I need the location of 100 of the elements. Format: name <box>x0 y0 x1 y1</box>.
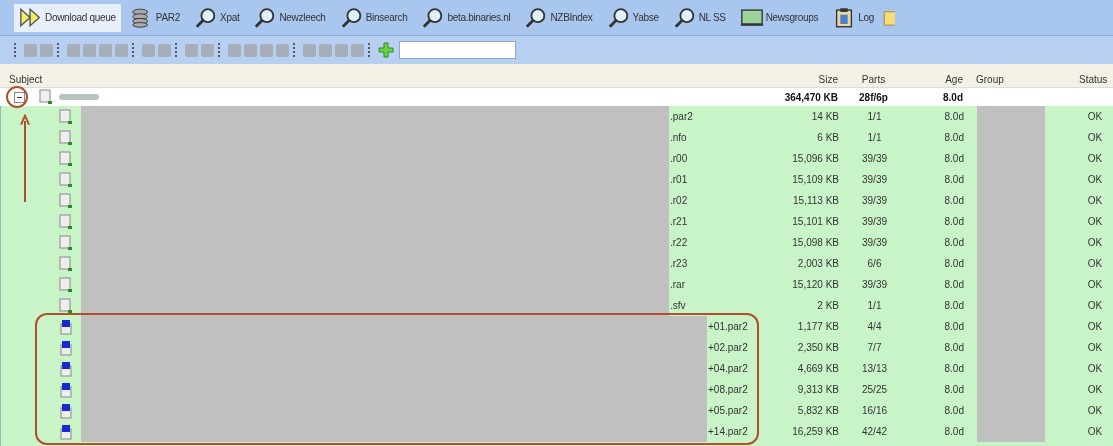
file-name: .r21 <box>669 216 689 227</box>
age-text: 8.0d <box>943 321 965 332</box>
parts-text: 6/6 <box>866 258 883 269</box>
age-text: 8.0d <box>943 300 965 311</box>
file-name: +04.par2 <box>707 363 749 374</box>
toolbar-icon[interactable] <box>244 43 257 57</box>
age-text: 8.0d <box>942 91 964 103</box>
tab[interactable]: Binsearch <box>334 3 413 32</box>
status-text: OK <box>1086 132 1104 143</box>
size-text: 15,120 KB <box>791 279 840 290</box>
toolbar-icon[interactable] <box>115 43 128 57</box>
toolbar-icon[interactable] <box>319 43 332 57</box>
column-header[interactable]: Age <box>906 74 966 85</box>
parts-text: 39/39 <box>861 237 888 248</box>
toolbar-icon[interactable] <box>228 43 241 57</box>
parity-file-icon <box>59 402 73 419</box>
parts-text: 39/39 <box>861 153 888 164</box>
status-text: OK <box>1086 363 1104 374</box>
search-icon <box>606 7 631 28</box>
tab[interactable]: beta.binaries.nl <box>416 3 516 32</box>
toolbar-icon[interactable] <box>83 43 96 57</box>
column-header[interactable]: Group <box>966 74 1076 85</box>
status-text: OK <box>1086 426 1104 437</box>
file-icon <box>59 255 73 272</box>
tab[interactable]: Newsgroups <box>734 3 824 32</box>
toolbar-icon[interactable] <box>142 43 155 57</box>
toolbar-icon[interactable] <box>67 43 80 57</box>
column-header[interactable]: Size <box>751 74 841 85</box>
tab[interactable]: Download queue <box>14 3 121 32</box>
file-icon <box>59 276 73 293</box>
age-text: 8.0d <box>943 132 965 143</box>
tab[interactable]: Newzleech <box>248 3 331 32</box>
column-header[interactable]: Parts <box>841 74 906 85</box>
age-text: 8.0d <box>943 174 965 185</box>
age-text: 8.0d <box>943 279 965 290</box>
column-header[interactable]: Subject <box>6 74 751 85</box>
add-icon[interactable] <box>378 42 394 58</box>
age-text: 8.0d <box>943 426 965 437</box>
column-header[interactable]: Status <box>1076 74 1113 85</box>
toolbar-icon[interactable] <box>351 43 364 57</box>
file-name: .r02 <box>669 195 689 206</box>
toolbar-icon[interactable] <box>335 43 348 57</box>
file-name: .sfv <box>669 300 687 311</box>
toolbar-icon[interactable] <box>201 43 214 57</box>
age-text: 8.0d <box>943 363 965 374</box>
tab[interactable]: NZBIndex <box>519 3 598 32</box>
toolbar-icon[interactable] <box>303 43 316 57</box>
redaction-block <box>977 106 1045 127</box>
parity-file-icon <box>59 360 73 377</box>
size-text: 15,096 KB <box>791 153 840 164</box>
age-text: 8.0d <box>943 342 965 353</box>
parts-text: 1/1 <box>866 132 883 143</box>
size-text: 5,832 KB <box>796 405 840 416</box>
tab[interactable]: PAR2 <box>124 3 186 32</box>
file-name: .r00 <box>669 153 689 164</box>
file-name: +14.par2 <box>707 426 749 437</box>
tab[interactable]: NL SS <box>667 3 731 32</box>
file-name: +02.par2 <box>707 342 749 353</box>
toolbar-icon[interactable] <box>276 43 289 57</box>
file-icon <box>59 171 73 188</box>
age-text: 8.0d <box>943 111 965 122</box>
file-icon <box>59 297 73 314</box>
file-icon <box>59 192 73 209</box>
status-text: OK <box>1086 342 1104 353</box>
toolbar-icon[interactable] <box>99 43 112 57</box>
toolbar-icon[interactable] <box>40 43 53 57</box>
parity-file-icon <box>59 381 73 398</box>
file-icon <box>59 234 73 251</box>
toolbar-icon[interactable] <box>260 43 273 57</box>
size-text: 4,669 KB <box>796 363 840 374</box>
toolbar-icon[interactable] <box>24 43 37 57</box>
parity-file-icon <box>59 423 73 440</box>
parts-text: 39/39 <box>861 216 888 227</box>
age-text: 8.0d <box>943 216 965 227</box>
parts-text: 1/1 <box>866 111 883 122</box>
file-name: .r23 <box>669 258 689 269</box>
blurred-text <box>59 94 99 100</box>
tab[interactable]: Yabse <box>601 3 664 32</box>
file-name: .r22 <box>669 237 689 248</box>
file-icon <box>59 108 73 125</box>
toolbar-icon[interactable] <box>185 43 198 57</box>
size-text: 15,098 KB <box>791 237 840 248</box>
parity-file-icon <box>59 318 73 335</box>
toolbar-icon[interactable] <box>158 43 171 57</box>
age-text: 8.0d <box>943 153 965 164</box>
status-text: OK <box>1086 405 1104 416</box>
size-text: 14 KB <box>810 111 840 122</box>
parity-file-icon <box>59 339 73 356</box>
parts-text: 28f/6p <box>858 91 889 103</box>
screen-icon <box>739 7 764 28</box>
tab[interactable]: Xpat <box>189 3 245 32</box>
search-field[interactable] <box>399 41 516 59</box>
collapse-button[interactable] <box>14 91 25 103</box>
parts-text: 25/25 <box>861 384 888 395</box>
file-name: .par2 <box>669 111 694 122</box>
tab[interactable]: Log <box>827 3 880 32</box>
parts-text: 42/42 <box>861 426 888 437</box>
status-text: OK <box>1086 153 1104 164</box>
age-text: 8.0d <box>943 237 965 248</box>
file-name: .rar <box>669 279 686 290</box>
